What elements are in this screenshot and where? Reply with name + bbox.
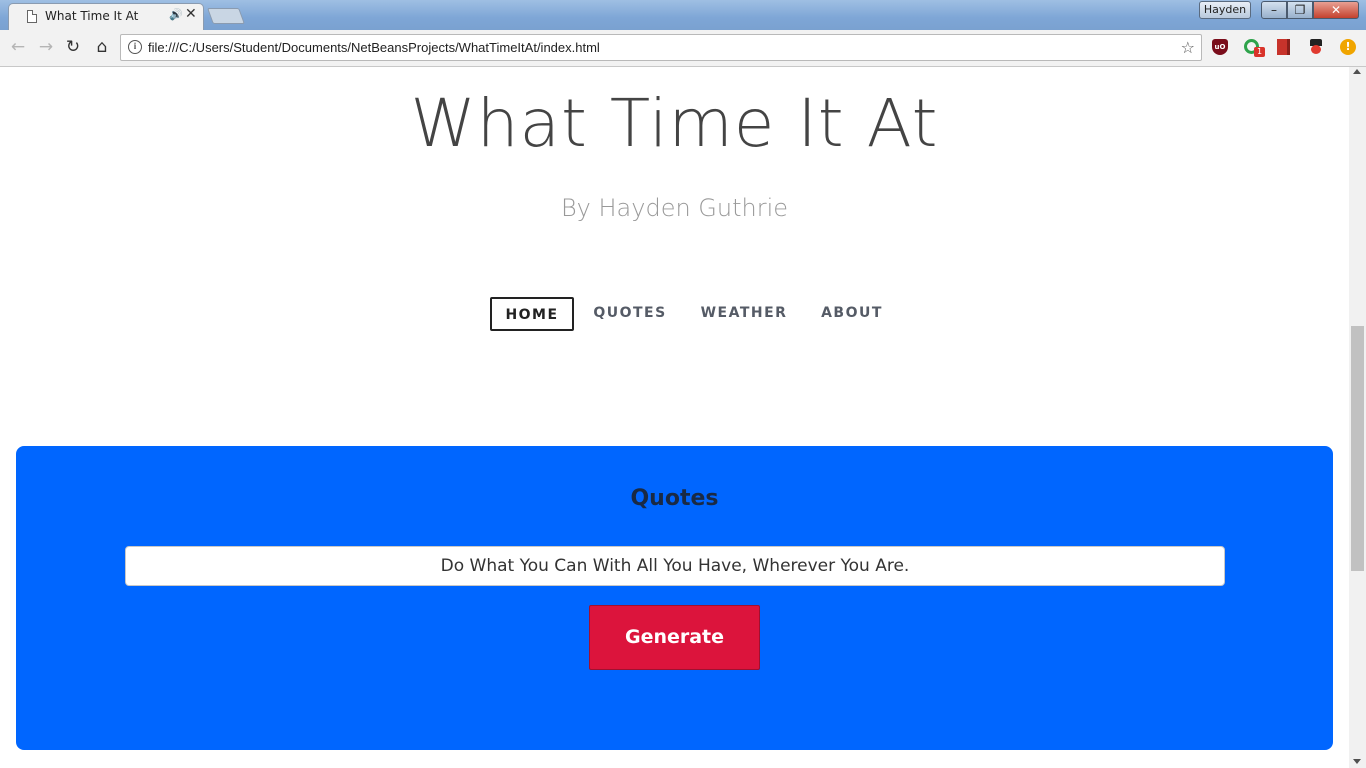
url-text[interactable]: file:///C:/Users/Student/Documents/NetBe… [148,40,600,55]
minimize-button[interactable]: – [1261,1,1287,19]
nav-about[interactable]: ABOUT [815,297,889,331]
extension-badge: 1 [1254,47,1265,57]
audio-icon[interactable]: 🔊 [169,8,183,21]
page-content: What Time It At By Hayden Guthrie HOME Q… [0,67,1349,768]
hat-icon[interactable] [1308,39,1324,55]
page-scrollbar[interactable] [1349,67,1366,768]
window-titlebar: What Time It At 🔊 ✕ Hayden – ❐ ✕ [0,0,1366,30]
tab-title: What Time It At [45,9,139,23]
nav-quotes[interactable]: QUOTES [588,297,672,331]
back-icon[interactable]: ← [8,37,28,57]
generate-button[interactable]: Generate [589,605,760,670]
site-title: What Time It At [410,85,939,162]
reload-icon[interactable]: ↻ [63,37,83,57]
page-icon [27,10,37,23]
quotes-panel: Quotes Do What You Can With All You Have… [16,446,1333,750]
quote-output-field[interactable]: Do What You Can With All You Have, Where… [125,546,1225,586]
scroll-up-icon[interactable] [1353,69,1361,74]
quotes-heading: Quotes [630,486,719,511]
ublock-icon[interactable]: uO [1212,39,1228,55]
close-tab-icon[interactable]: ✕ [185,6,197,22]
info-icon[interactable]: i [128,40,142,54]
alert-icon[interactable]: ! [1340,39,1356,55]
scroll-down-icon[interactable] [1353,759,1361,764]
browser-toolbar: ← → ↻ ⌂ i file:///C:/Users/Student/Docum… [0,30,1366,67]
extension-icon[interactable]: 1 [1244,39,1265,57]
scroll-thumb[interactable] [1351,326,1364,571]
nav-home[interactable]: HOME [490,297,574,331]
new-tab-button[interactable] [207,8,245,24]
address-bar[interactable]: i file:///C:/Users/Student/Documents/Net… [120,34,1202,61]
close-window-button[interactable]: ✕ [1313,1,1359,19]
book-icon[interactable] [1277,39,1290,55]
profile-button[interactable]: Hayden [1199,1,1251,19]
maximize-button[interactable]: ❐ [1287,1,1313,19]
home-icon[interactable]: ⌂ [92,37,112,57]
browser-tab[interactable]: What Time It At 🔊 ✕ [8,3,204,30]
bookmark-star-icon[interactable]: ☆ [1181,38,1195,57]
forward-icon[interactable]: → [36,37,56,57]
nav-weather[interactable]: WEATHER [696,297,792,331]
site-subtitle: By Hayden Guthrie [560,194,789,222]
